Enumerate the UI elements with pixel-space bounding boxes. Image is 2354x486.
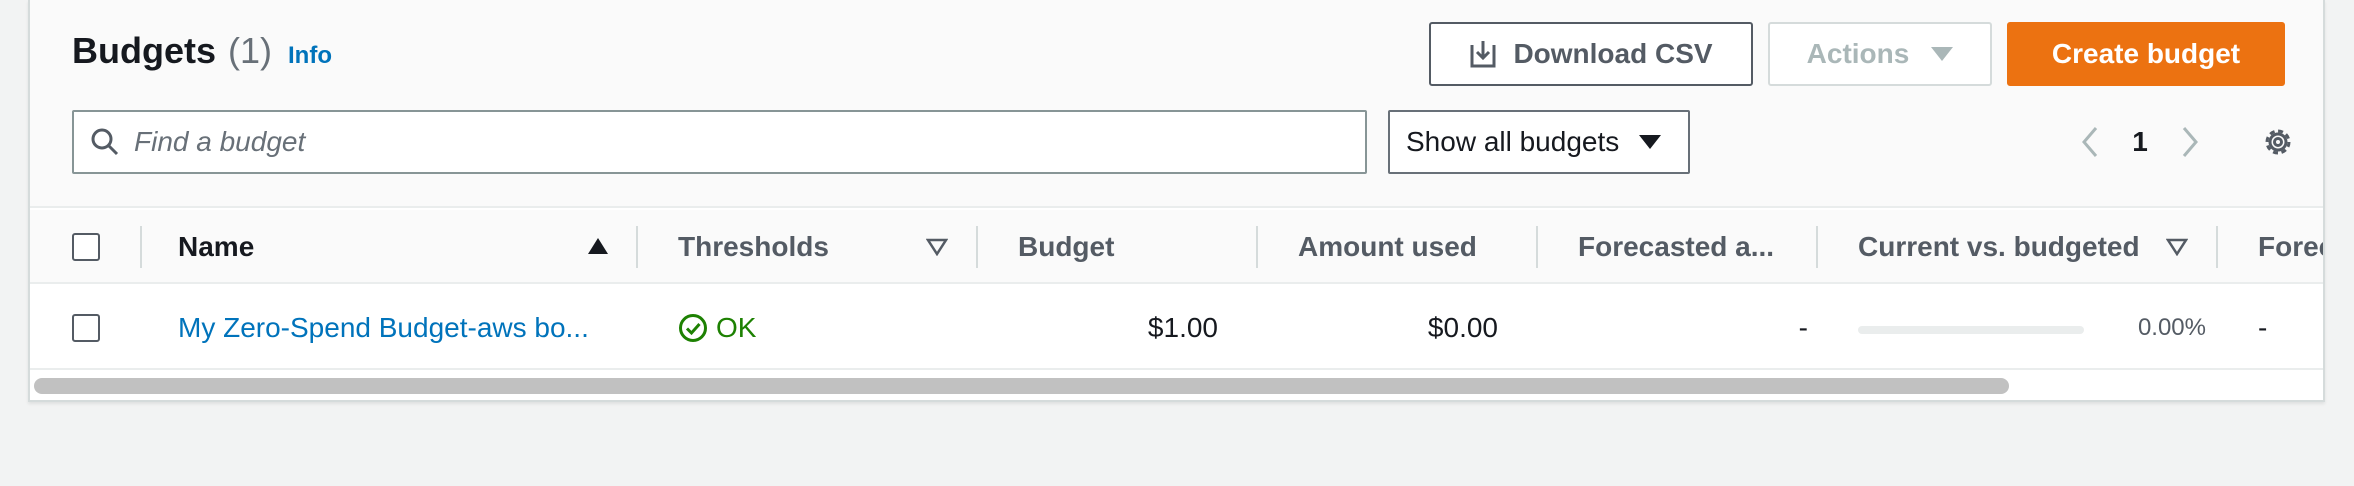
page-title-text: Budgets: [72, 30, 216, 71]
column-divider: [636, 226, 638, 268]
threshold-status-label: OK: [716, 312, 757, 343]
column-header-amount-used[interactable]: Amount used: [1298, 210, 1518, 284]
budget-count: (1): [228, 30, 272, 71]
column-divider: [1816, 226, 1818, 268]
next-page-button[interactable]: [2170, 116, 2210, 168]
table-header: Name Thresholds Budget Amount used Forec…: [30, 210, 2323, 284]
search-box[interactable]: [72, 110, 1367, 174]
column-divider: [976, 226, 978, 268]
current-vs-budgeted-progress-bar: [1858, 326, 2084, 334]
chevron-right-icon: [2182, 127, 2198, 157]
table-row[interactable]: My Zero-Spend Budget-aws bo... OK $1.00 …: [30, 286, 2323, 370]
column-divider: [1256, 226, 1258, 268]
gear-icon: [2265, 129, 2291, 155]
info-link[interactable]: Info: [288, 42, 332, 70]
column-divider: [140, 226, 142, 268]
scrollbar-thumb[interactable]: [34, 378, 2009, 394]
budget-amount: $1.00: [1147, 312, 1218, 343]
horizontal-scrollbar[interactable]: [30, 374, 2323, 400]
column-header-forecasted-vs-budgeted[interactable]: Forec: [2258, 210, 2323, 284]
column-divider: [2216, 226, 2218, 268]
page-title: Budgets (1) Info: [72, 30, 332, 76]
column-header-name[interactable]: Name: [178, 210, 418, 284]
budget-filter-select[interactable]: Show all budgets: [1388, 110, 1690, 174]
sort-ascending-icon[interactable]: [588, 238, 608, 254]
caret-down-icon: [1931, 47, 1954, 61]
create-budget-label: Create budget: [2051, 38, 2241, 69]
sort-icon[interactable]: [926, 238, 948, 256]
create-budget-button[interactable]: Create budget: [2007, 22, 2285, 86]
caret-down-icon: [1639, 135, 1662, 149]
budget-filter-value: Show all budgets: [1406, 126, 1620, 157]
previous-page-button[interactable]: [2070, 116, 2110, 168]
budgets-panel: Budgets (1) Info Download CSV Actions Cr…: [28, 0, 2325, 402]
search-icon: [91, 128, 119, 156]
current-page[interactable]: 1: [2120, 116, 2160, 168]
download-icon: [1470, 41, 1496, 68]
chevron-left-icon: [2082, 127, 2098, 157]
budget-name-link[interactable]: My Zero-Spend Budget-aws bo...: [178, 286, 598, 370]
check-circle-icon: [679, 314, 707, 342]
forecasted-amount: -: [1798, 312, 1808, 343]
download-csv-button[interactable]: Download CSV: [1429, 22, 1753, 86]
column-header-thresholds[interactable]: Thresholds: [678, 210, 858, 284]
search-input[interactable]: [134, 126, 1314, 158]
actions-dropdown[interactable]: Actions: [1768, 22, 1992, 86]
row-checkbox[interactable]: [72, 314, 100, 342]
select-all-checkbox[interactable]: [72, 233, 100, 261]
column-header-current-vs-budgeted[interactable]: Current vs. budgeted: [1858, 210, 2158, 284]
column-header-forecasted[interactable]: Forecasted a...: [1578, 210, 1798, 284]
threshold-status: OK: [678, 286, 878, 370]
download-csv-label: Download CSV: [1513, 38, 1713, 69]
forecasted-vs-budgeted: -: [2258, 312, 2268, 343]
amount-used: $0.00: [1427, 312, 1498, 343]
column-divider: [1536, 226, 1538, 268]
sort-icon[interactable]: [2166, 238, 2188, 256]
table-preferences-button[interactable]: [2252, 116, 2304, 168]
column-header-budget[interactable]: Budget: [1018, 210, 1218, 284]
current-vs-budgeted-percent: 0.00%: [2137, 314, 2206, 341]
actions-label: Actions: [1806, 38, 1910, 69]
